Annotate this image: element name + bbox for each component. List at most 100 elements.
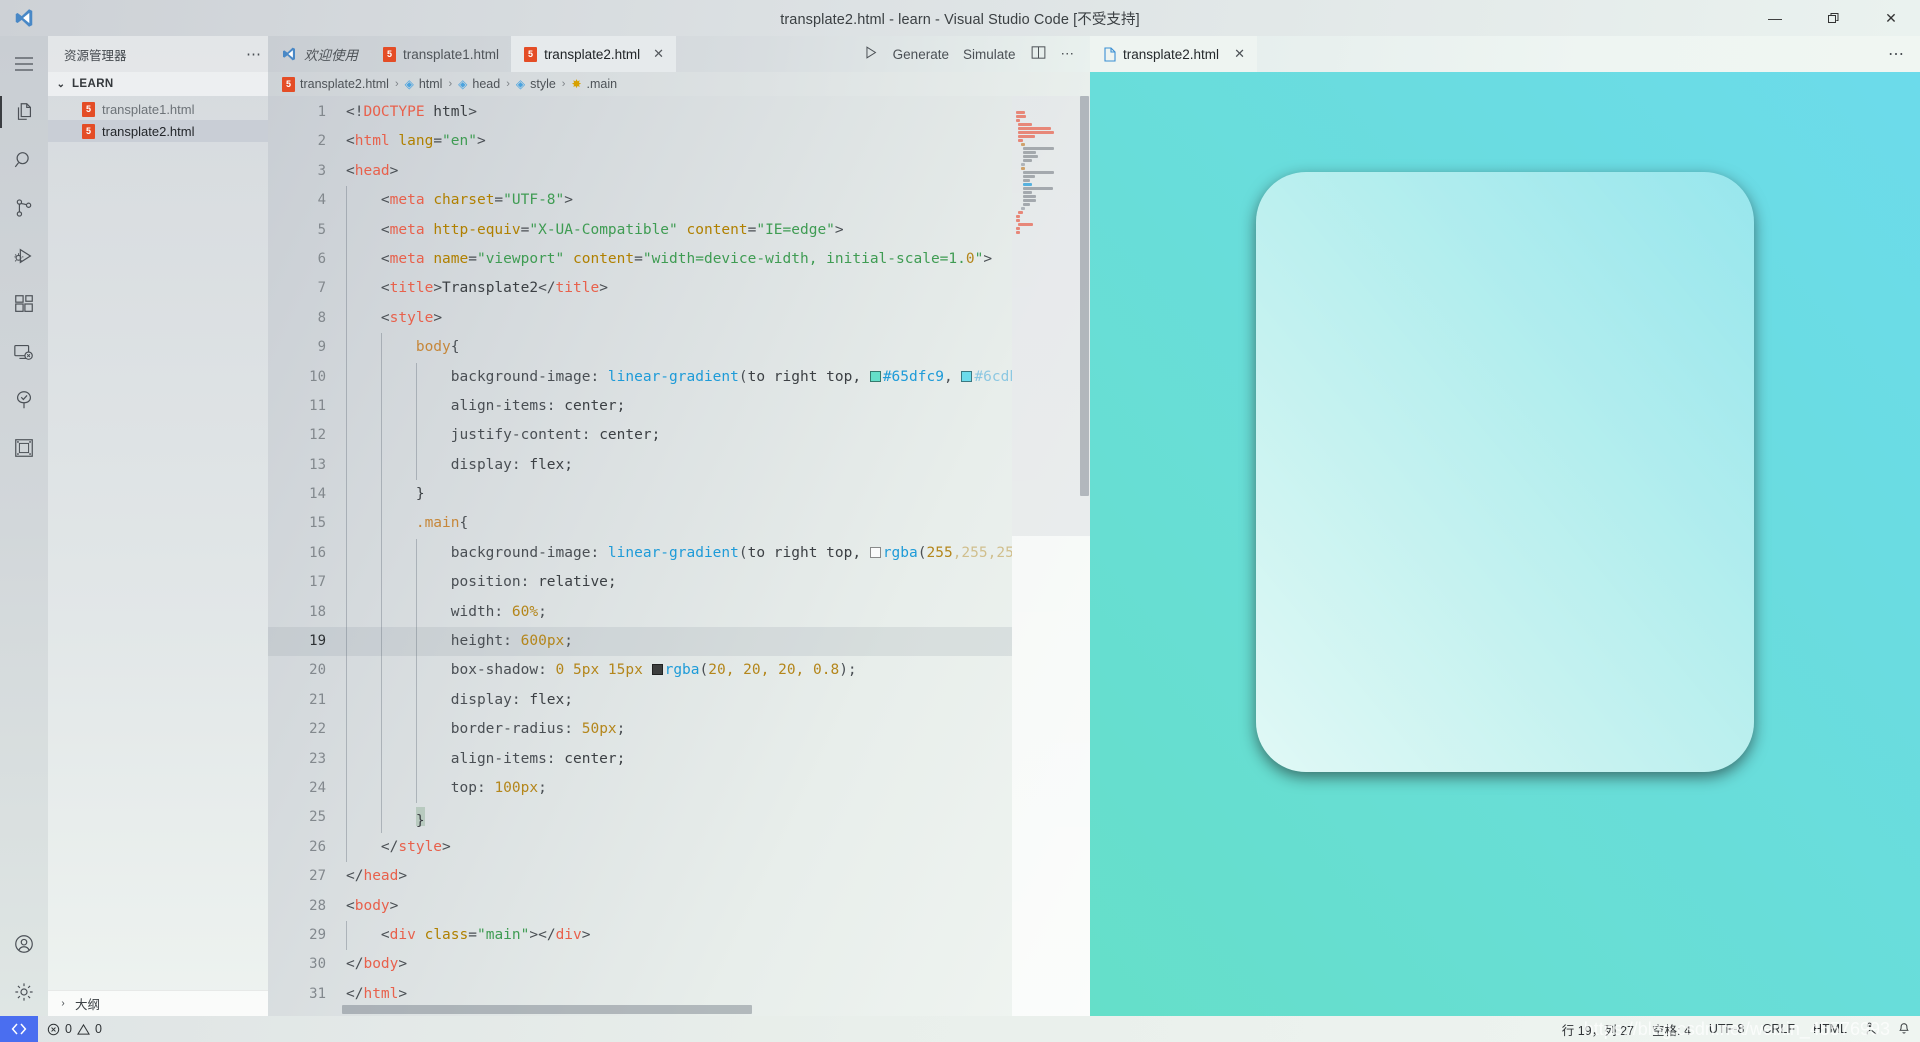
code-line[interactable]: 8 <style> (268, 303, 1012, 334)
encoding-status[interactable]: UTF-8 (1700, 1016, 1753, 1042)
accounts-button[interactable] (0, 920, 48, 968)
code-line[interactable]: 5 <meta http-equiv="X-UA-Compatible" con… (268, 215, 1012, 245)
code-line[interactable]: 3 <head> (268, 157, 1012, 186)
workspace-section-header[interactable]: ⌄ LEARN (48, 72, 268, 96)
horizontal-scrollbar[interactable] (268, 1002, 934, 1016)
feedback-button[interactable] (1856, 1016, 1888, 1042)
editor-more-button[interactable]: ⋯ (1061, 46, 1075, 62)
code-line[interactable]: 6 <meta name="viewport" content="width=d… (268, 244, 1012, 275)
sidebar-item-live-preview[interactable] (0, 424, 48, 472)
code-token: </ (346, 985, 364, 1002)
source-control-icon (16, 199, 32, 217)
preview-viewport[interactable] (1090, 72, 1920, 1016)
tab-transplate1[interactable]: 5 transplate1.html (370, 36, 511, 72)
breadcrumb-item-head[interactable]: head (472, 77, 500, 91)
tab-transplate2[interactable]: 5 transplate2.html ✕ (511, 36, 677, 72)
maximize-button[interactable] (1804, 0, 1862, 36)
code-line[interactable]: 2 <html lang="en"> (268, 127, 1012, 156)
code-line[interactable]: 20 box-shadow: 0 5px 15px rgba(20, 20, 2… (268, 656, 1012, 686)
breadcrumb-item-main[interactable]: .main (587, 77, 618, 91)
simulate-button[interactable]: Simulate (963, 47, 1016, 62)
code-line[interactable]: 14 } (268, 480, 1012, 510)
minimize-button[interactable]: — (1746, 0, 1804, 36)
code-content[interactable]: 1 <!DOCTYPE html> 2 <html lang="en"> 3 <head>… (268, 96, 1012, 1009)
breadcrumb-item-file[interactable]: transplate2.html (300, 77, 389, 91)
minimap[interactable] (1012, 96, 1090, 1016)
preview-tab-close-button[interactable]: ✕ (1234, 46, 1245, 62)
vscode-logo (0, 0, 48, 36)
tab-welcome[interactable]: 欢迎使用 (268, 36, 370, 72)
sidebar-item-search[interactable] (0, 136, 48, 184)
breadcrumb-item-html[interactable]: html (419, 77, 443, 91)
run-button[interactable] (862, 44, 879, 64)
preview-more-button[interactable]: ⋯ (1888, 44, 1904, 64)
code-line[interactable]: 25 } (268, 803, 1012, 833)
code-line[interactable]: 24 top: 100px; (268, 773, 1012, 804)
remote-host-button[interactable] (0, 1016, 38, 1042)
code-line[interactable]: 13 display: flex; (268, 450, 1012, 481)
close-button[interactable]: ✕ (1862, 0, 1920, 36)
indentation-status[interactable]: 空格: 4 (1643, 1016, 1700, 1042)
explorer-more-button[interactable]: ⋯ (246, 45, 262, 63)
generate-button[interactable]: Generate (893, 47, 949, 62)
line-number: 24 (309, 779, 326, 796)
code-line[interactable]: 30 </body> (268, 950, 1012, 979)
sidebar-item-testing[interactable] (0, 376, 48, 424)
file-item-transplate1[interactable]: 5 transplate1.html (48, 98, 268, 120)
outline-section-header[interactable]: › 大纲 (48, 990, 268, 1016)
sidebar-item-explorer[interactable] (0, 88, 48, 136)
code-line[interactable]: 23 align-items: center; (268, 744, 1012, 774)
code-line[interactable]: 27 </head> (268, 862, 1012, 891)
breadcrumb-item-style[interactable]: style (530, 77, 556, 91)
vertical-scrollbar[interactable] (1078, 96, 1090, 1016)
code-line[interactable]: 21 display: flex; (268, 685, 1012, 716)
preview-tab[interactable]: transplate2.html ✕ (1090, 36, 1257, 72)
code-line[interactable]: 19 height: 600px; (268, 627, 1012, 657)
code-line[interactable]: 22 border-radius: 50px; (268, 715, 1012, 745)
code-token: html (424, 104, 469, 120)
problems-status[interactable]: 0 0 (38, 1016, 111, 1042)
settings-button[interactable] (0, 968, 48, 1016)
sidebar-item-remote-explorer[interactable] (0, 328, 48, 376)
scrollbar-thumb[interactable] (1080, 96, 1089, 496)
line-number: 9 (317, 339, 326, 356)
line-number: 29 (309, 926, 326, 943)
code-line[interactable]: 4 <meta charset="UTF-8"> (268, 186, 1012, 216)
code-line[interactable]: 16 background-image: linear-gradient(to … (268, 538, 1012, 569)
code-token: position (450, 574, 521, 591)
code-line[interactable]: 15 .main{ (268, 509, 1012, 539)
code-line[interactable]: 1 <!DOCTYPE html> (268, 98, 1012, 127)
indent-guide (381, 656, 382, 686)
code-line[interactable]: 12 justify-content: center; (268, 421, 1012, 451)
eol-status[interactable]: CRLF (1753, 1016, 1804, 1042)
language-mode-status[interactable]: HTML (1804, 1016, 1856, 1042)
code-line[interactable]: 11 align-items: center; (268, 391, 1012, 422)
code-line[interactable]: 17 position: relative; (268, 568, 1012, 598)
code-line[interactable]: 26 </style> (268, 832, 1012, 863)
line-number: 4 (317, 192, 326, 209)
sidebar-item-run-debug[interactable] (0, 232, 48, 280)
color-swatch[interactable] (651, 664, 663, 676)
sidebar-item-source-control[interactable] (0, 184, 48, 232)
code-token: < (380, 250, 390, 267)
tab-close-button[interactable]: ✕ (653, 46, 664, 62)
code-scroll-region[interactable]: 1 <!DOCTYPE html> 2 <html lang="en"> 3 <head>… (268, 96, 1012, 1016)
cursor-position-status[interactable]: 行 19，列 27 (1553, 1016, 1643, 1042)
code-editor[interactable]: 1 <!DOCTYPE html> 2 <html lang="en"> 3 <head>… (268, 96, 1090, 1016)
color-swatch[interactable] (869, 370, 881, 382)
activity-menu-button[interactable] (0, 40, 48, 88)
color-swatch[interactable] (961, 370, 973, 382)
code-line[interactable]: 29 <div class="main"></div> (268, 920, 1012, 951)
sidebar-item-extensions[interactable] (0, 280, 48, 328)
code-line[interactable]: 18 width: 60%; (268, 597, 1012, 628)
file-item-transplate2[interactable]: 5 transplate2.html (48, 120, 268, 142)
code-line[interactable]: 10 background-image: linear-gradient(to … (268, 362, 1012, 392)
split-editor-button[interactable] (1030, 44, 1047, 64)
code-line[interactable]: 9 body{ (268, 333, 1012, 363)
code-line[interactable]: 7 <title>Transplate2</title> (268, 274, 1012, 304)
code-token: 50px (581, 721, 617, 738)
code-line[interactable]: 28 <body> (268, 892, 1012, 921)
notifications-button[interactable] (1888, 1016, 1920, 1042)
scrollbar-thumb[interactable] (342, 1005, 752, 1014)
color-swatch[interactable] (869, 546, 881, 558)
